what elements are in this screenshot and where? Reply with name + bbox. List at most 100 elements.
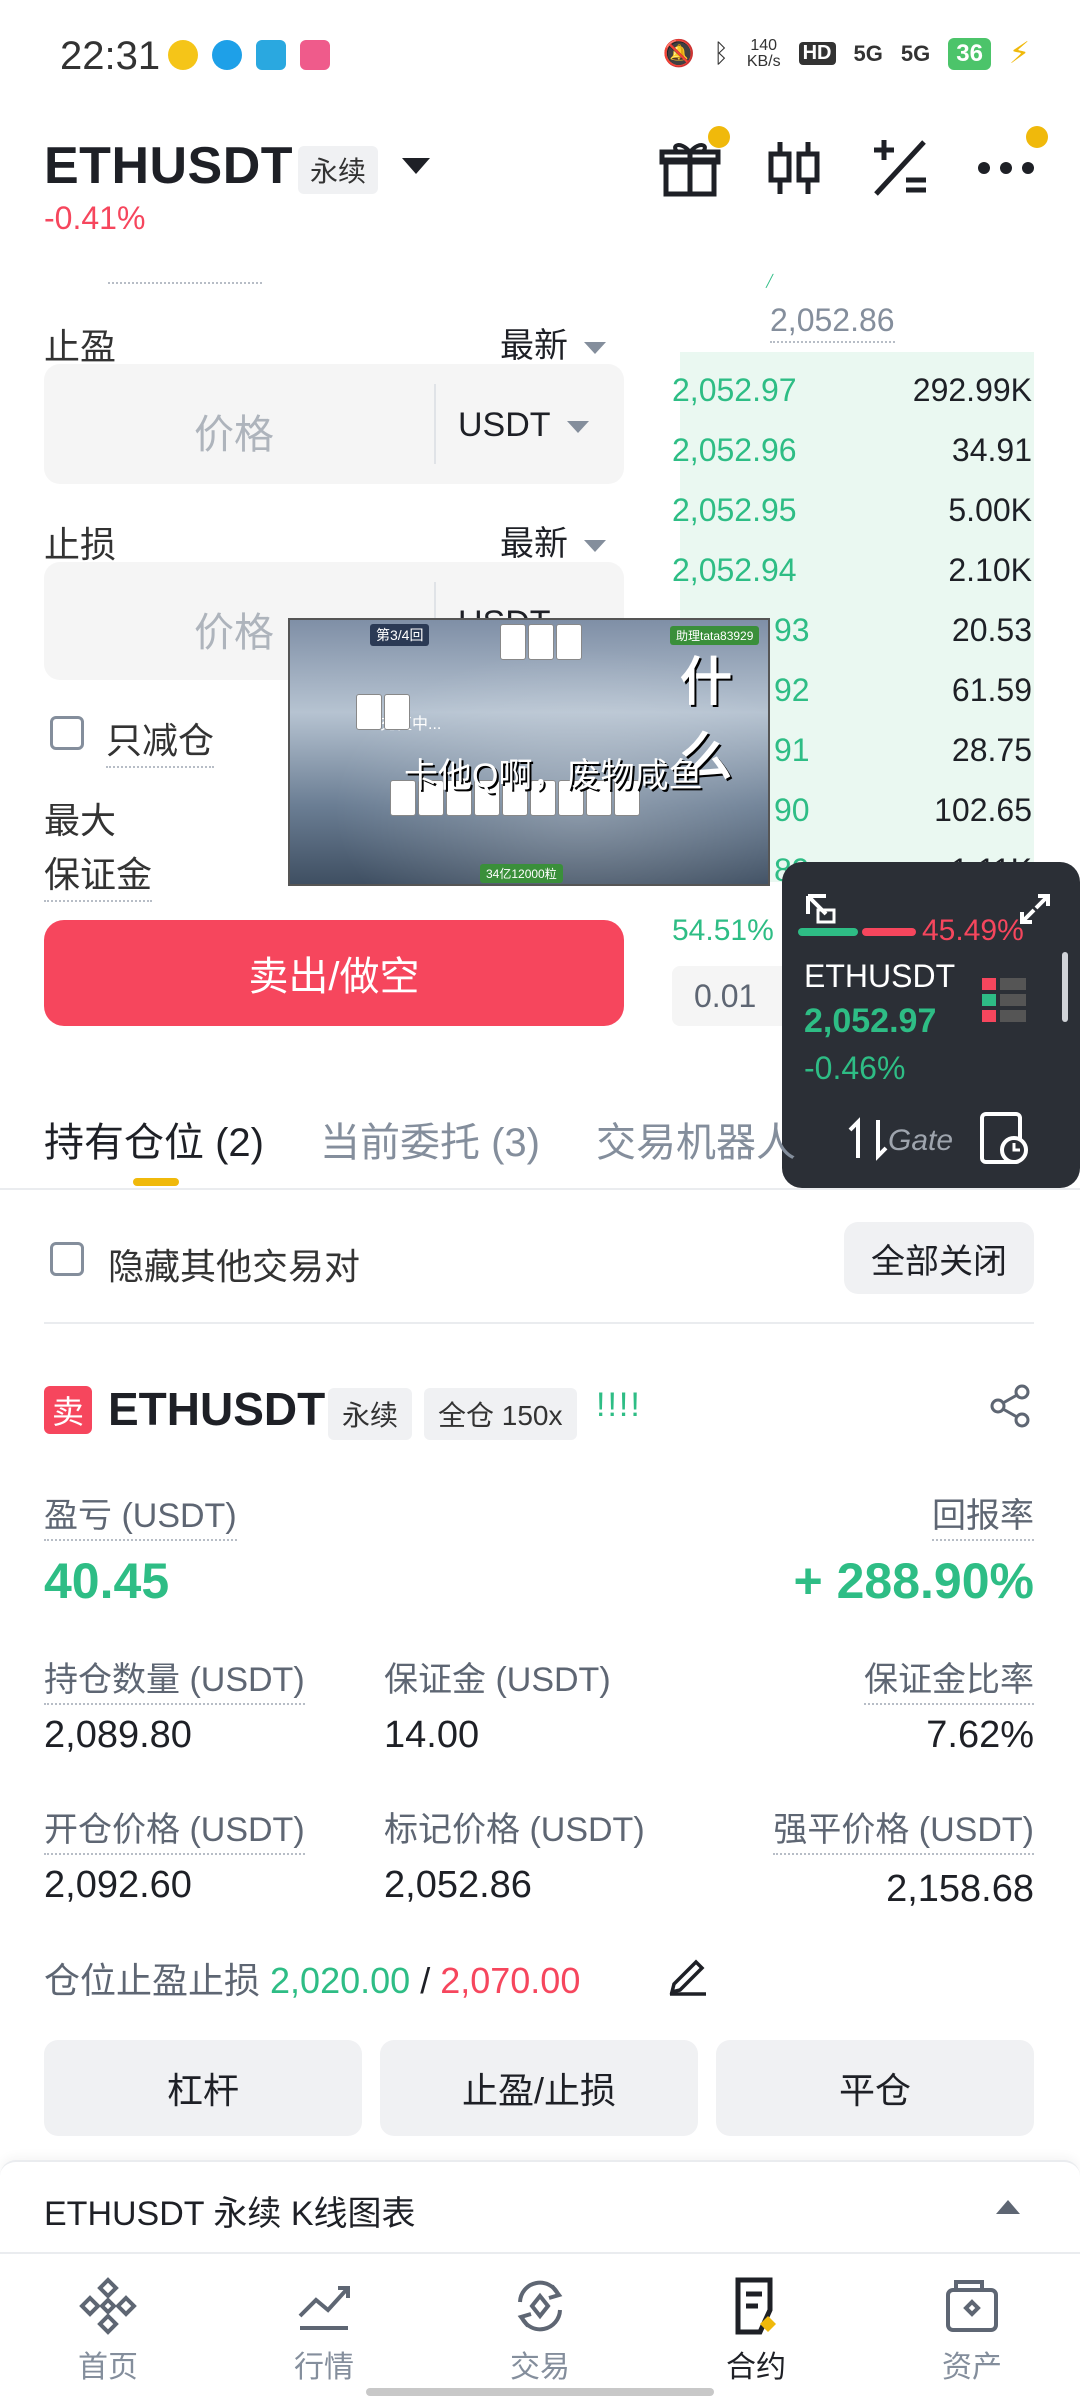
mark-price[interactable]: 2,052.86	[770, 302, 895, 343]
entry-price-label: 开仓价格 (USDT)	[44, 1802, 305, 1855]
hide-other-pairs-checkbox[interactable]	[50, 1242, 84, 1276]
pnl-label: 盈亏 (USDT)	[44, 1488, 237, 1541]
qq-icon	[212, 40, 242, 70]
tpsl-separator: /	[420, 1960, 431, 2001]
minimize-icon[interactable]	[804, 892, 838, 931]
max-margin-label-line2: 保证金	[44, 846, 153, 902]
hide-other-pairs-label[interactable]: 隐藏其他交易对	[108, 1238, 360, 1290]
wallet-icon	[946, 2280, 998, 2332]
ob-qty: 5.00K	[948, 492, 1032, 528]
ob-price[interactable]: 2,052.97	[672, 372, 797, 409]
sell-short-button[interactable]: 卖出/做空	[44, 920, 624, 1026]
chevron-up-icon[interactable]	[996, 2200, 1020, 2214]
signal-5g: 5G	[853, 40, 883, 66]
take-profit-trigger-select[interactable]: 最新	[500, 318, 606, 367]
share-icon[interactable]	[988, 1384, 1032, 1433]
net-speed: 140 KB/s	[746, 36, 781, 70]
active-tab-indicator	[133, 1178, 179, 1186]
playing-card	[500, 624, 526, 660]
ob-qty: 34.91	[951, 432, 1032, 468]
video-round: 第3/4回	[370, 624, 430, 646]
roe-label: 回报率	[932, 1488, 1034, 1541]
tab-open-orders[interactable]: 当前委托 (3)	[320, 1110, 540, 1168]
take-profit-input[interactable]: 价格 USDT	[44, 364, 624, 484]
tpsl-button[interactable]: 止盈/止损	[380, 2040, 698, 2136]
swap-icon[interactable]	[848, 1116, 888, 1167]
margin-label: 保证金 (USDT)	[384, 1661, 611, 1699]
close-all-button[interactable]: 全部关闭	[844, 1222, 1034, 1294]
margin-ratio-value: 7.62%	[926, 1714, 1034, 1756]
field-underline	[108, 282, 262, 284]
tab-positions[interactable]: 持有仓位 (2)	[44, 1110, 264, 1168]
stop-loss-trigger-select[interactable]: 最新	[500, 516, 606, 565]
hd-badge: HD	[798, 42, 836, 65]
unit-select[interactable]: USDT	[458, 406, 589, 445]
contract-type-tag: 永续	[328, 1388, 413, 1440]
symbol-dropdown-icon[interactable]	[402, 158, 430, 174]
margin-mode-tag[interactable]: 全仓 150x	[424, 1388, 577, 1440]
ob-qty: 102.65	[934, 792, 1032, 828]
playing-card	[384, 694, 410, 730]
ob-price[interactable]: 93	[774, 612, 810, 649]
chevron-down-icon	[566, 421, 589, 434]
tab-trading-bots[interactable]: 交易机器人	[596, 1110, 796, 1168]
contract-type-tag: 永续	[298, 146, 379, 194]
precision-select[interactable]: 0.01	[672, 966, 792, 1026]
roe-value: + 288.90%	[793, 1553, 1034, 1609]
take-profit-label: 止盈	[44, 326, 117, 367]
nav-futures[interactable]: 合约	[686, 2276, 826, 2386]
position-symbol[interactable]: ETHUSDT	[108, 1382, 325, 1436]
nav-label: 首页	[78, 2351, 138, 2384]
status-indicators: 🔕 ᛒ 140 KB/s HD 5G 5G 36 ⚡	[663, 36, 1030, 71]
calculator-icon[interactable]	[868, 136, 932, 200]
reduce-only-checkbox[interactable]	[50, 716, 84, 750]
leverage-button[interactable]: 杠杆	[44, 2040, 362, 2136]
app-notification-icon	[300, 40, 330, 70]
kline-label[interactable]: ETHUSDT 永续 K线图表	[44, 2186, 416, 2235]
symbol-title[interactable]: ETHUSDT	[44, 136, 293, 196]
ob-qty: 61.59	[951, 672, 1032, 708]
history-icon[interactable]	[980, 1112, 1030, 1171]
ob-price[interactable]: 2,052.96	[672, 432, 797, 469]
widget-price: 2,052.97	[804, 1002, 937, 1040]
orderbook-layout-icon[interactable]	[982, 974, 1026, 1029]
battery-icon: 36	[948, 37, 991, 70]
orderbook-mark: ╱	[766, 274, 774, 288]
ob-price[interactable]: 90	[774, 792, 810, 829]
notification-dot	[708, 126, 730, 148]
signal-5g: 5G	[900, 40, 931, 66]
floating-video-player[interactable]: 第3/4回 助理tata83929 什么 充值中... 卡他Q啊，废物咸鱼 34…	[288, 618, 770, 886]
home-indicator[interactable]	[366, 2388, 714, 2396]
nav-home[interactable]: 首页	[38, 2276, 178, 2386]
pnl-value: 40.45	[44, 1553, 170, 1609]
margin-value: 14.00	[384, 1714, 480, 1756]
price-placeholder: 价格	[194, 413, 274, 457]
ob-qty: 2.10K	[948, 552, 1032, 588]
ob-price[interactable]: 2,052.94	[672, 552, 797, 589]
ob-price[interactable]: 91	[774, 732, 810, 769]
side-badge: 卖	[44, 1386, 92, 1434]
liq-price-value: 2,158.68	[886, 1868, 1034, 1910]
more-icon[interactable]	[974, 136, 1038, 200]
bluetooth-icon: ᛒ	[713, 38, 729, 68]
futures-icon	[735, 2277, 776, 2335]
nav-wallet[interactable]: 资产	[902, 2276, 1042, 2386]
widget-scrollbar[interactable]	[1062, 952, 1068, 1022]
candlestick-icon[interactable]	[762, 136, 826, 200]
playing-card	[528, 624, 554, 660]
divider	[0, 1188, 1080, 1190]
floating-ticker-widget[interactable]: 45.49% ETHUSDT 2,052.97 -0.46% Gate	[782, 862, 1080, 1188]
trade-icon	[517, 2280, 563, 2332]
tp-value: 2,020.00	[270, 1960, 411, 2001]
ob-price[interactable]: 92	[774, 672, 810, 709]
markets-icon	[298, 2286, 350, 2330]
close-position-button[interactable]: 平仓	[716, 2040, 1034, 2136]
notification-dot	[1026, 126, 1048, 148]
ob-price[interactable]: 2,052.95	[672, 492, 797, 529]
tpsl-label: 仓位止盈止损	[44, 1960, 261, 2001]
mute-icon: 🔕	[662, 38, 696, 68]
nav-markets[interactable]: 行情	[254, 2276, 394, 2386]
nav-trade[interactable]: 交易	[470, 2276, 610, 2386]
gate-brand: Gate	[888, 1124, 954, 1157]
edit-icon[interactable]	[666, 1952, 710, 2001]
